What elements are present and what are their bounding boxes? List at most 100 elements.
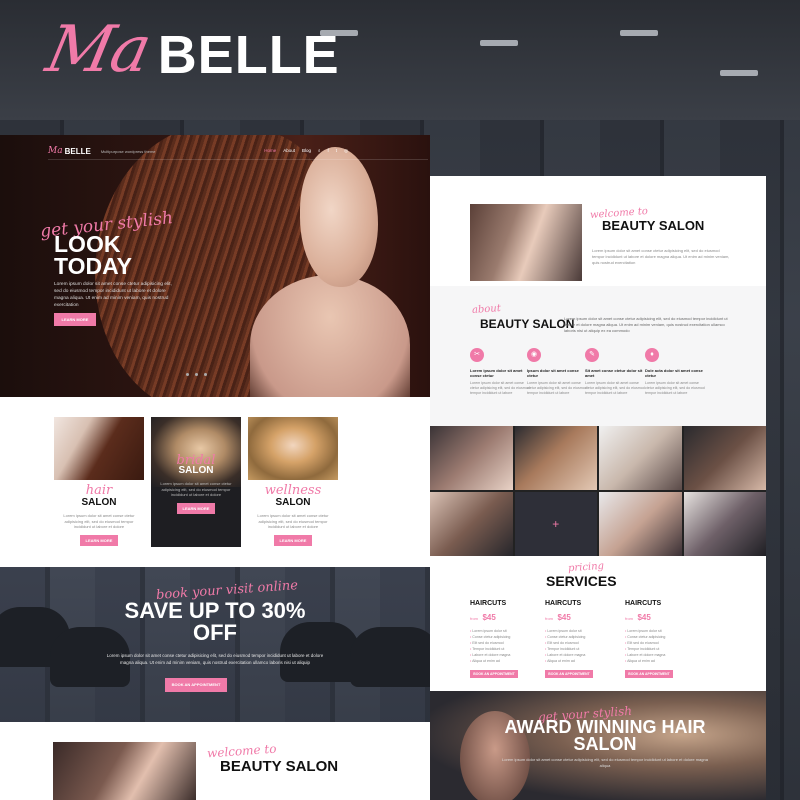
gallery-image[interactable] [599,426,682,490]
book-appointment-button[interactable]: BOOK AN APPOINTMENT [625,670,673,678]
slider-dot[interactable] [195,373,198,376]
brand-name: BELLE [157,25,340,85]
right-page-mockup: welcome to BEAUTY SALON Lorem ipsum dolo… [430,176,766,800]
book-appointment-button[interactable]: BOOK AN APPOINTMENT [545,670,593,678]
services-pricing-section: pricing SERVICES HAIRCUTS from $45 Lorem… [430,556,766,691]
price-prefix: from [545,616,553,621]
welcome-photo [53,742,196,800]
brand-script: Ma [40,13,156,87]
service-price: $45 [482,613,496,622]
search-icon[interactable]: ⌕ [318,148,321,154]
feature-title: Sit amet conse ctetur dolor sit amet [585,368,643,378]
feature-title: Ipsum dolor sit amet conse ctetur [527,368,579,378]
list-item: Aliqua ut enim ad [545,658,615,664]
hero-face-image [300,147,378,287]
gallery-image[interactable]: + [514,492,597,556]
feature-item: ◉ Ipsum dolor sit amet conse ctetur Lore… [527,348,587,396]
service-list: Lorem ipsum dolor sit Conse ctetur adipi… [625,628,695,664]
gallery-image[interactable] [599,492,682,556]
feature-body: Lorem ipsum dolor sit amet conse ctetur … [645,381,705,395]
list-item: Aliqua ut enim ad [625,658,695,664]
services-title: SERVICES [546,573,617,589]
card-hair-salon: hair SALON Lorem ipsum dolor sit amet co… [54,417,144,547]
card-script: wellness [264,483,322,498]
brand-logo: Ma BELLE [40,13,340,87]
facebook-icon[interactable]: f [328,148,329,154]
award-body: Lorem ipsum dolor sit amet conse ctetur … [502,757,708,768]
about-section: about BEAUTY SALON Lorem ipsum dolor sit… [430,286,766,426]
service-name: HAIRCUTS [625,600,662,607]
card-body: Lorem ipsum dolor sit amet conse ctetur … [160,481,232,497]
slider-dot[interactable] [204,373,207,376]
gallery-image[interactable] [683,492,766,556]
feature-item: ♦ Dole acta dolor sit amet conse ctetur … [645,348,705,396]
scissors-icon: ✂ [470,348,484,362]
services-cards-section: hair SALON Lorem ipsum dolor sit amet co… [0,397,430,567]
nav-item-blog[interactable]: Blog [302,148,311,154]
slider-dot[interactable] [186,373,189,376]
welcome-title: BEAUTY SALON [220,758,339,775]
card-learn-more-button[interactable]: LEARN MORE [177,503,215,514]
pricing-column: HAIRCUTS from $45 Lorem ipsum dolor sit … [470,600,540,678]
welcome-bottom-section: welcome to BEAUTY SALON [0,722,430,800]
nav-tagline: Multipurpose wordpress theme [100,148,156,154]
feature-title: Lorem ipsum dolor sit amet conse ctetur [470,368,523,378]
ceiling-light [480,40,518,46]
feature-item: ✎ Sit amet conse ctetur dolor sit amet L… [585,348,645,396]
promo-body: Lorem ipsum dolor sit amet conse ctetur … [106,653,324,665]
promo-title: SAVE UP TO 30% OFF [124,598,306,645]
service-list: Lorem ipsum dolor sit Conse ctetur adipi… [545,628,615,664]
pricing-column: HAIRCUTS from $45 Lorem ipsum dolor sit … [545,600,615,678]
card-title: SALON [275,497,311,508]
pricing-column: HAIRCUTS from $45 Lorem ipsum dolor sit … [625,600,695,678]
brush-icon: ✎ [585,348,599,362]
nav-logo-name: BELLE [64,146,91,156]
feature-body: Lorem ipsum dolor sit amet conse ctetur … [585,381,645,395]
slider-dots [186,373,207,376]
nav-item-home[interactable]: Home [264,148,276,154]
service-price: $45 [557,613,571,622]
card-image [151,417,241,487]
book-appointment-button[interactable]: BOOK AN APPOINTMENT [165,678,227,692]
welcome-body: Lorem ipsum dolor sit amet conse ctetur … [592,248,730,265]
gallery-image[interactable] [514,426,597,490]
plus-icon[interactable]: + [552,517,559,531]
list-item: Aliqua ut enim ad [470,658,540,664]
card-wellness-salon: wellness SALON Lorem ipsum dolor sit ame… [248,417,338,547]
gallery-grid: + [430,426,766,556]
hero-learn-more-button[interactable]: LEARN MORE [54,313,96,326]
card-image [248,417,338,480]
book-appointment-button[interactable]: BOOK AN APPOINTMENT [470,670,518,678]
twitter-icon[interactable]: t [336,148,337,154]
feature-title: Dole acta dolor sit amet conse ctetur [645,368,703,378]
gallery-image[interactable] [430,492,513,556]
nav-logo[interactable]: Ma BELLE [48,146,91,156]
nav-item-about[interactable]: About [283,148,295,154]
card-learn-more-button[interactable]: LEARN MORE [80,535,118,546]
left-page-mockup: Ma BELLE Multipurpose wordpress theme Ho… [0,135,430,800]
award-section: get your stylish AWARD WINNING HAIR SALO… [430,691,766,800]
welcome-photo [470,204,582,281]
promo-section: book your visit online SAVE UP TO 30% OF… [0,567,430,722]
hero-navbar: Ma BELLE Multipurpose wordpress theme Ho… [48,143,348,159]
hero-body: Lorem ipsum dolor sit amet conse ctetur … [54,282,172,308]
feature-body: Lorem ipsum dolor sit amet conse ctetur … [470,381,530,395]
instagram-icon[interactable]: ◎ [344,148,348,154]
service-price: $45 [637,613,651,622]
card-body: Lorem ipsum dolor sit amet conse ctetur … [257,513,329,529]
welcome-section: welcome to BEAUTY SALON Lorem ipsum dolo… [430,176,766,286]
feature-item: ✂ Lorem ipsum dolor sit amet conse ctetu… [470,348,530,396]
card-title: SALON [178,465,214,476]
nav-divider [48,159,428,160]
ceiling-light [720,70,758,76]
price-prefix: from [625,616,633,621]
about-script: about [471,303,502,316]
gallery-image[interactable] [430,426,513,490]
card-bridal-salon: bridal SALON Lorem ipsum dolor sit amet … [151,417,241,547]
about-body: Lorem ipsum dolor sit amet conse ctetur … [564,316,728,333]
card-title: SALON [81,497,117,508]
gallery-image[interactable] [683,426,766,490]
hero-shoulder-image [250,275,410,397]
hero-section: Ma BELLE Multipurpose wordpress theme Ho… [0,135,430,397]
card-learn-more-button[interactable]: LEARN MORE [274,535,312,546]
